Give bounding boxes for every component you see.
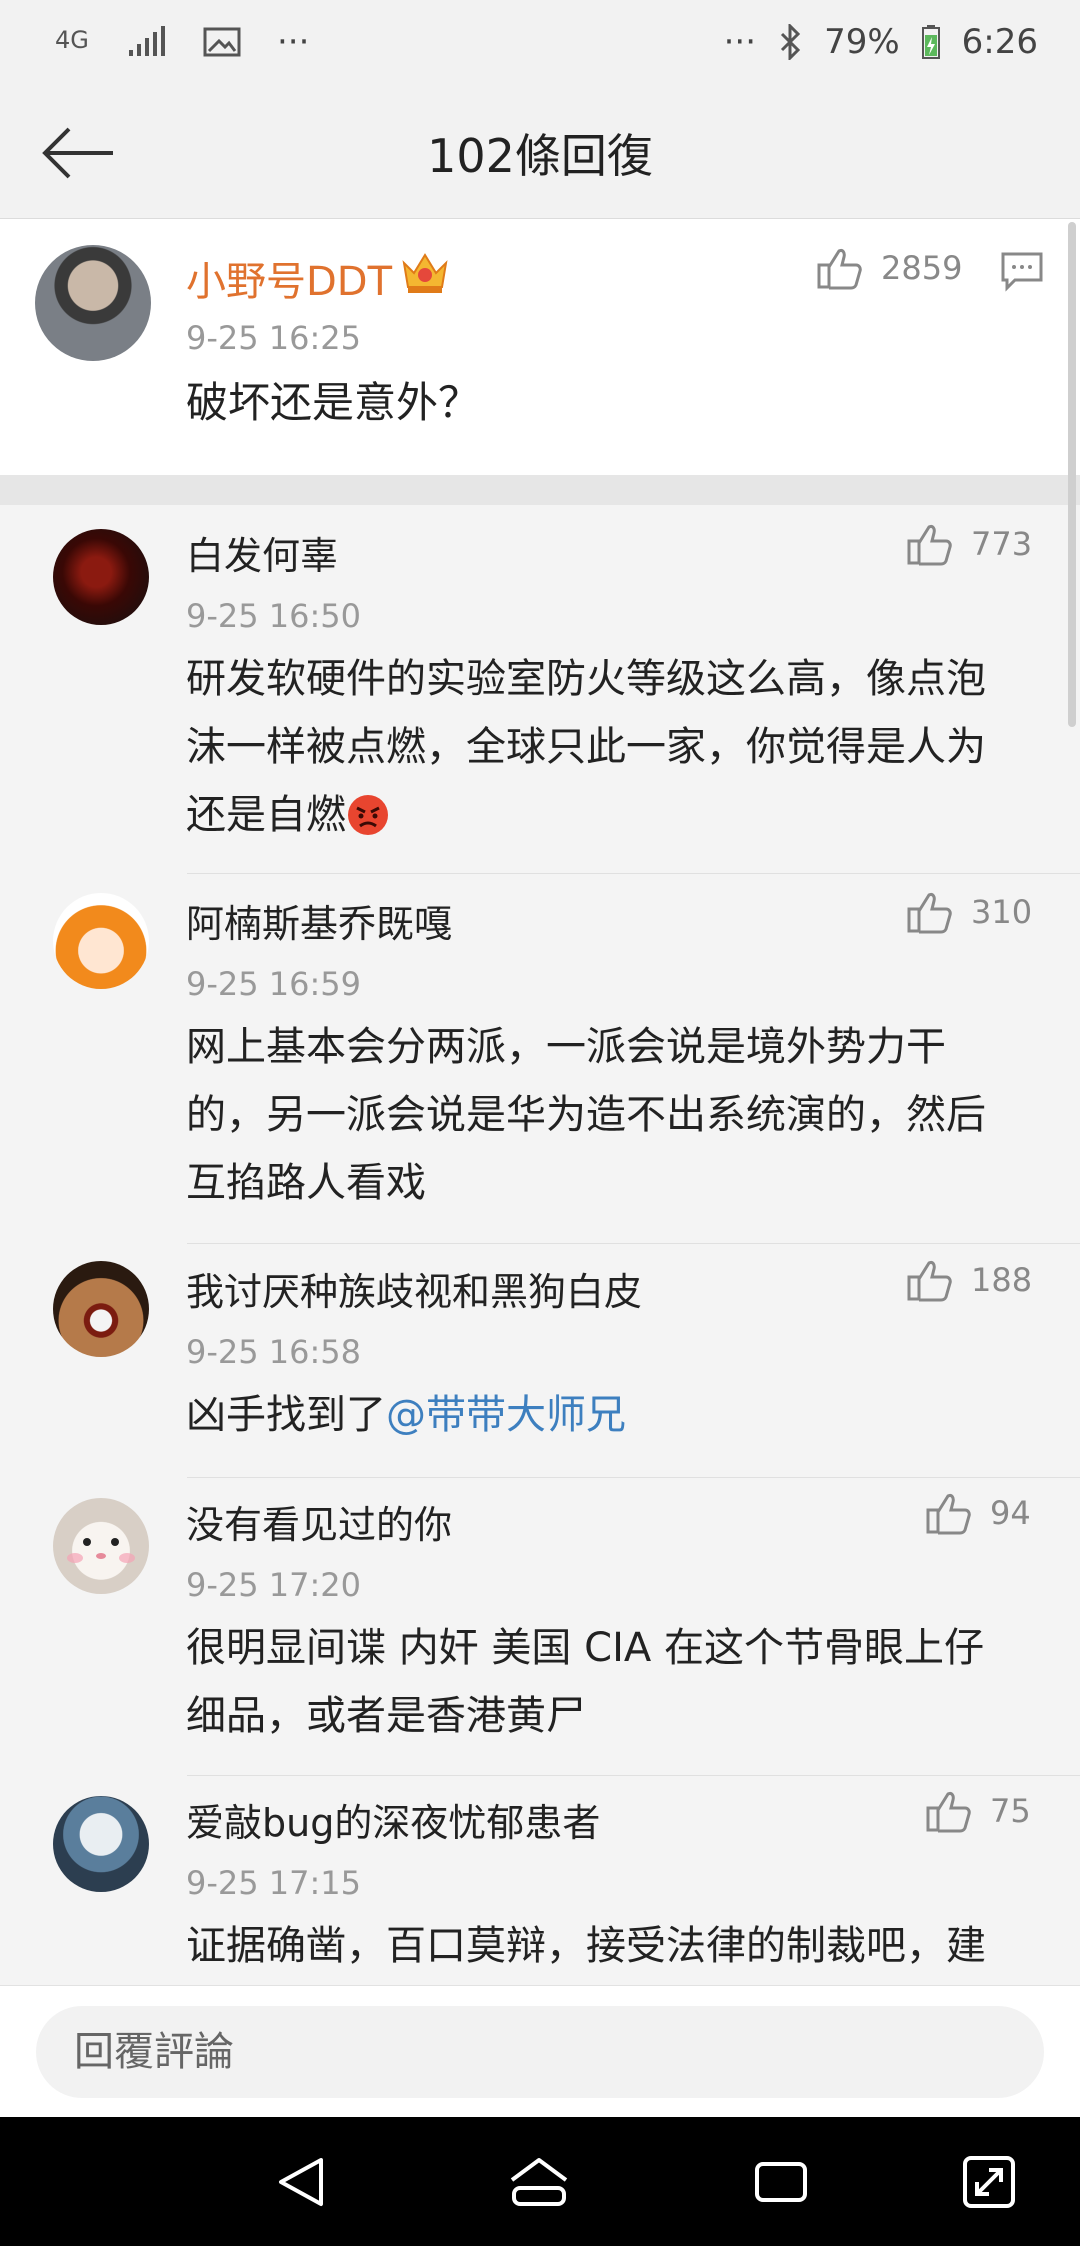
avatar[interactable] (53, 893, 149, 989)
clock: 6:26 (961, 22, 1038, 62)
reply-text: 凶手找到了@带带大师兄 (186, 1381, 1046, 1449)
comment-username[interactable]: 小野号DDT (186, 249, 392, 307)
page-title: 102條回復 (427, 129, 653, 183)
like-button[interactable]: 188 (905, 1257, 1032, 1303)
like-count: 773 (971, 525, 1033, 563)
list-item: 爱敲bug的深夜忧郁患者 9-25 17:15 75 证据确凿，百口莫辩，接受法… (0, 1776, 1080, 1985)
like-count: 75 (990, 1792, 1031, 1830)
reply-username[interactable]: 爱敲bug的深夜忧郁患者 (186, 1792, 600, 1847)
triangle-back-icon (279, 2158, 323, 2206)
thumbs-up-icon (926, 1792, 971, 1833)
bluetooth-icon (778, 24, 802, 60)
reply-text-line: 的，另一派会说是华为造不出系统演的，然后 (186, 1092, 986, 1138)
status-dots-right: ··· (723, 22, 757, 62)
reply-time: 9-25 17:20 (186, 1566, 362, 1604)
reply-comment-button[interactable] (1000, 251, 1044, 297)
nav-fullscreen-button[interactable] (958, 2151, 1020, 2213)
reply-username[interactable]: 阿楠斯基乔既嘎 (186, 893, 452, 948)
recent-apps-icon (755, 2162, 807, 2202)
avatar[interactable] (53, 529, 149, 625)
like-count: 2859 (881, 249, 963, 287)
like-button[interactable]: 2859 (815, 245, 962, 291)
thumbs-up-icon (817, 249, 862, 290)
list-item: 阿楠斯基乔既嘎 9-25 16:59 310 网上基本会分两派，一派会说是境外势… (0, 875, 1080, 1245)
battery-icon (921, 25, 940, 59)
reply-input-bar: 回覆評論 (0, 1985, 1080, 2118)
vip-crown-icon (400, 249, 450, 299)
like-button[interactable]: 94 (924, 1490, 1031, 1536)
like-count: 94 (990, 1494, 1031, 1532)
reply-text: 网上基本会分两派，一派会说是境外势力干 的，另一派会说是华为造不出系统演的，然后… (186, 1013, 1046, 1217)
angry-face-emoji (346, 793, 390, 837)
avatar[interactable] (53, 1498, 149, 1594)
network-4g-icon: 4G (55, 22, 91, 62)
thumbs-up-icon (907, 1261, 952, 1302)
reply-username[interactable]: 白发何辜 (186, 525, 338, 580)
status-dots-left: ··· (277, 22, 310, 62)
home-icon (510, 2158, 568, 2206)
reply-text: 证据确凿，百口莫辩，接受法律的制裁吧，建 (186, 1912, 1046, 1980)
cat-face-illustration (67, 1538, 135, 1563)
reply-text-line: 研发软硬件的实验室防火等级这么高，像点泡 (186, 656, 986, 702)
reply-time: 9-25 16:58 (186, 1333, 362, 1371)
reply-text-line: 细品，或者是香港黄尸 (186, 1693, 586, 1739)
reply-time: 9-25 16:50 (186, 597, 362, 635)
user-mention-link[interactable]: @带带大师兄 (386, 1392, 626, 1438)
list-item: 没有看见过的你 9-25 17:20 94 很明显间谍 内奸 美国 CIA 在这… (0, 1478, 1080, 1776)
nav-home-button[interactable] (508, 2151, 570, 2213)
avatar[interactable] (35, 245, 151, 361)
reply-time: 9-25 17:15 (186, 1864, 362, 1902)
reply-list[interactable]: 白发何辜 9-25 16:50 773 研发软硬件的实验室防火等级这么高，像点泡… (0, 505, 1080, 1985)
reply-text-line-with-emoji: 还是自燃 (186, 781, 1046, 849)
like-button[interactable]: 773 (905, 521, 1032, 567)
reply-text: 研发软硬件的实验室防火等级这么高，像点泡 沫一样被点燃，全球只此一家，你觉得是人… (186, 645, 1046, 849)
divider (187, 873, 1080, 874)
expand-icon (963, 2156, 1015, 2208)
reply-username[interactable]: 我讨厌种族歧视和黑狗白皮 (186, 1261, 642, 1316)
thumbs-up-icon (907, 525, 952, 566)
comment-time: 9-25 16:25 (186, 319, 362, 357)
comment-bubble-icon (1001, 252, 1043, 292)
list-item: 白发何辜 9-25 16:50 773 研发软硬件的实验室防火等级这么高，像点泡… (0, 505, 1080, 875)
section-divider (0, 475, 1080, 505)
like-count: 310 (971, 893, 1033, 931)
reply-text-line: 很明显间谍 内奸 美国 CIA 在这个节骨眼上仔 (186, 1625, 984, 1671)
list-item: 我讨厌种族歧视和黑狗白皮 9-25 16:58 188 凶手找到了@带带大师兄 (0, 1245, 1080, 1478)
signal-icon (127, 26, 167, 58)
system-nav-bar (0, 2117, 1080, 2246)
reply-username[interactable]: 没有看见过的你 (186, 1494, 452, 1549)
reply-text-line: 证据确凿，百口莫辩，接受法律的制裁吧，建 (186, 1923, 986, 1969)
nav-recents-button[interactable] (750, 2151, 812, 2213)
image-notification-icon (203, 27, 241, 57)
battery-percent: 79% (824, 22, 900, 62)
svg-text:4G: 4G (55, 26, 89, 54)
reply-text-line: 网上基本会分两派，一派会说是境外势力干 (186, 1024, 946, 1070)
thumbs-up-icon (926, 1494, 971, 1535)
avatar[interactable] (53, 1796, 149, 1892)
nav-back-button[interactable] (270, 2151, 332, 2213)
like-button[interactable]: 75 (924, 1788, 1031, 1834)
scrollbar[interactable] (1068, 222, 1076, 727)
avatar[interactable] (53, 1261, 149, 1357)
reply-text-line: 凶手找到了 (186, 1392, 386, 1438)
reply-text: 很明显间谍 内奸 美国 CIA 在这个节骨眼上仔 细品，或者是香港黄尸 (186, 1614, 1046, 1750)
status-bar: 4G ··· ··· 79% 6:26 (0, 0, 1080, 90)
thumbs-up-icon (907, 893, 952, 934)
reply-text-line: 沫一样被点燃，全球只此一家，你觉得是人为 (186, 724, 986, 770)
like-button[interactable]: 310 (905, 889, 1032, 935)
reply-text-line: 互掐路人看戏 (186, 1160, 426, 1206)
divider (187, 1243, 1080, 1244)
reply-text-line: 还是自燃 (186, 792, 346, 838)
reply-time: 9-25 16:59 (186, 965, 362, 1003)
reply-input[interactable]: 回覆評論 (36, 2006, 1044, 2098)
comment-text: 破坏还是意外？ (186, 378, 481, 427)
like-count: 188 (971, 1261, 1033, 1299)
page-header: 102條回復 (0, 90, 1080, 219)
main-comment: 小野号DDT 9-25 16:25 破坏还是意外？ 2859 (0, 219, 1080, 475)
